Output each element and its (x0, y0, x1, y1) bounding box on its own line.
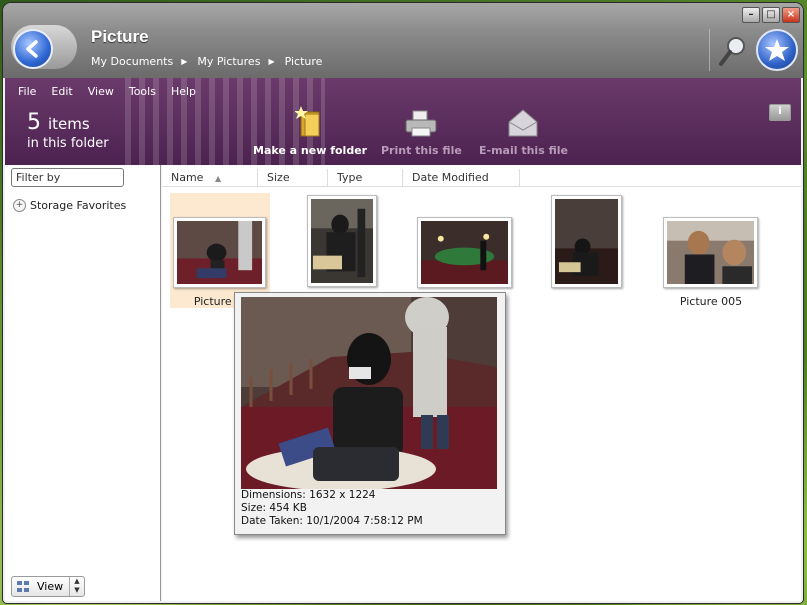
file-thumbnail[interactable] (307, 195, 377, 287)
column-header-name-label: Name (171, 171, 204, 184)
item-count-word: items (48, 115, 90, 133)
thumbnail-preview-tooltip: Dimensions: 1632 x 1224 Size: 454 KB Dat… (234, 292, 506, 535)
menu-bar: File Edit View Tools Help (18, 85, 211, 98)
view-spinner[interactable]: ▲ ▼ (69, 577, 84, 596)
breadcrumb-picture[interactable]: Picture (285, 55, 323, 69)
back-arrow-icon (26, 40, 38, 58)
view-button[interactable]: View ▲ ▼ (11, 576, 85, 597)
new-folder-icon (295, 106, 320, 137)
file-thumbnail[interactable] (551, 195, 622, 288)
printer-icon (405, 110, 437, 137)
storage-favorites-label: Storage Favorites (30, 199, 127, 212)
breadcrumb-my-documents[interactable]: My Documents (91, 55, 173, 69)
email-file-label: E-mail this file (479, 144, 568, 157)
email-envelope-icon (508, 109, 538, 137)
info-button[interactable]: i (769, 104, 791, 121)
preview-size: Size: 454 KB (241, 502, 307, 514)
menu-view[interactable]: View (88, 85, 114, 98)
view-button-label: View (37, 580, 64, 593)
file-thumbnail[interactable] (173, 217, 266, 288)
email-file-button[interactable]: E-mail this file (479, 106, 568, 157)
search-icon[interactable] (718, 35, 748, 70)
favorites-star-button[interactable] (756, 29, 798, 71)
close-button[interactable]: × (782, 7, 800, 23)
filter-input[interactable]: Filter by (11, 168, 124, 187)
storage-favorites-item[interactable]: + Storage Favorites (13, 199, 126, 212)
file-thumbnail[interactable] (663, 217, 758, 288)
menu-edit[interactable]: Edit (51, 85, 72, 98)
breadcrumb: My Documents ▶ My Pictures ▶ Picture (91, 55, 330, 69)
breadcrumb-my-pictures[interactable]: My Pictures (197, 55, 260, 69)
preview-photo (241, 297, 497, 489)
item-count-subtitle: in this folder (27, 136, 109, 151)
print-file-label: Print this file (381, 144, 462, 157)
breadcrumb-arrow-icon: ▶ (268, 57, 275, 66)
column-header-size[interactable]: Size (258, 169, 328, 186)
photo-image (177, 221, 262, 284)
star-icon (765, 39, 789, 61)
column-header-type[interactable]: Type (328, 169, 403, 186)
breadcrumb-arrow-icon: ▶ (181, 57, 188, 66)
command-toolbar: File Edit View Tools Help 5 items in thi… (5, 78, 801, 165)
expand-plus-icon[interactable]: + (13, 199, 26, 212)
photo-image (667, 221, 754, 284)
preview-date-taken: Date Taken: 10/1/2004 7:58:12 PM (241, 515, 423, 527)
make-new-folder-button[interactable]: Make a new folder (253, 106, 367, 157)
window-controls: – □ × (742, 7, 800, 23)
column-header-name[interactable]: Name ▲ (162, 169, 258, 186)
photo-image (311, 199, 373, 283)
back-button[interactable] (13, 29, 53, 69)
file-caption: Picture 005 (679, 295, 743, 308)
item-count-number: 5 (27, 110, 41, 135)
menu-file[interactable]: File (18, 85, 36, 98)
photo-image (421, 221, 508, 284)
menu-help[interactable]: Help (171, 85, 196, 98)
preview-dimensions: Dimensions: 1632 x 1224 (241, 489, 376, 501)
print-file-button[interactable]: Print this file (381, 106, 462, 157)
photo-image (555, 199, 618, 284)
make-new-folder-label: Make a new folder (253, 144, 368, 157)
title-bar: Picture My Documents ▶ My Pictures ▶ Pic… (3, 3, 803, 78)
column-header-date-modified[interactable]: Date Modified (403, 169, 520, 186)
view-grid-icon (17, 580, 29, 592)
item-count: 5 items (27, 110, 90, 135)
column-headers: Name ▲ Size Type Date Modified (162, 169, 801, 187)
file-thumbnail[interactable] (417, 217, 512, 288)
navigation-pane: Filter by + Storage Favorites View ▲ ▼ (5, 165, 161, 601)
maximize-button[interactable]: □ (762, 7, 780, 23)
sort-ascending-icon: ▲ (214, 174, 222, 183)
title-separator (709, 29, 710, 71)
window-title: Picture (91, 27, 149, 46)
explorer-window: Picture My Documents ▶ My Pictures ▶ Pic… (3, 3, 803, 603)
minimize-button[interactable]: – (742, 7, 760, 23)
menu-tools[interactable]: Tools (129, 85, 156, 98)
